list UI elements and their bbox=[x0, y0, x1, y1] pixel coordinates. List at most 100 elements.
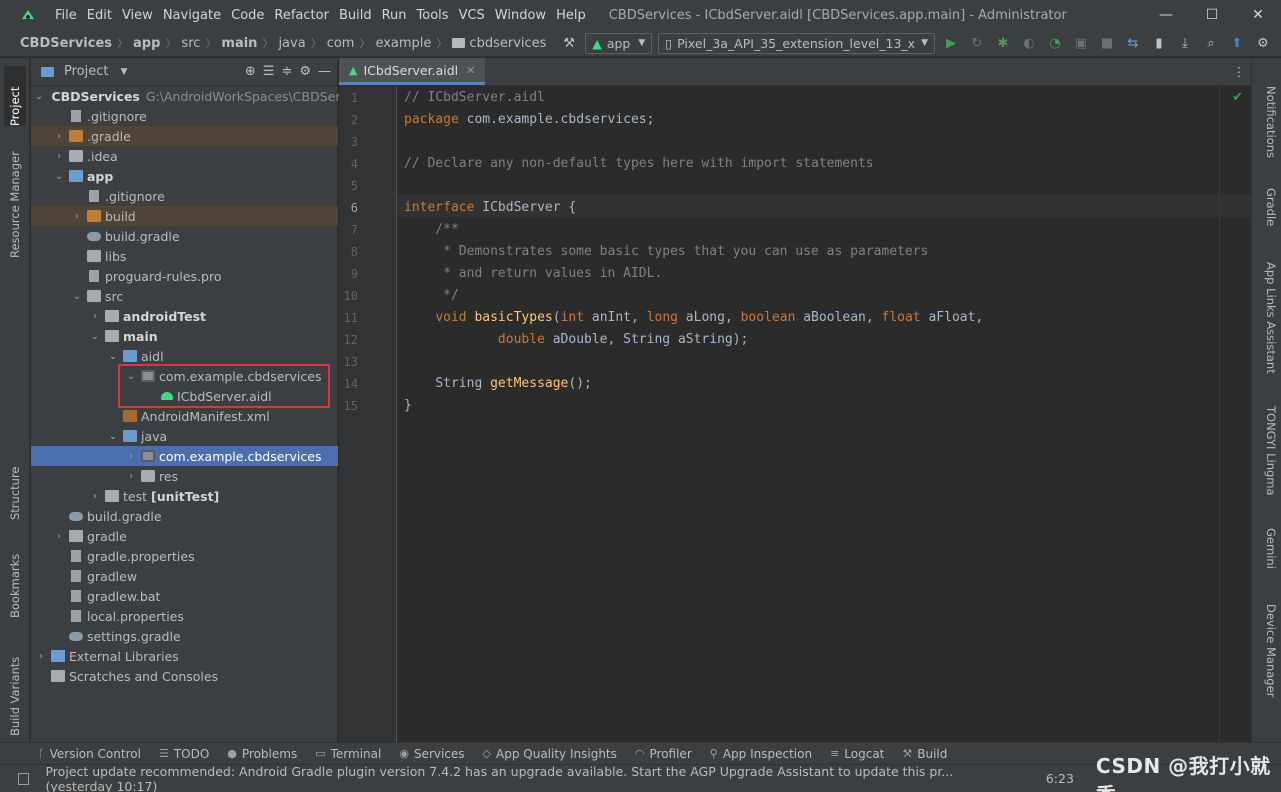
menu-build[interactable]: Build bbox=[334, 8, 377, 23]
tool-windows-toggle-icon[interactable] bbox=[18, 772, 30, 785]
tree-row[interactable]: ⌄ main bbox=[31, 326, 338, 346]
tree-row[interactable]: › androidTest bbox=[31, 306, 338, 326]
debug-icon[interactable]: ✱ bbox=[993, 33, 1013, 53]
minimize-button[interactable]: — bbox=[1143, 7, 1189, 23]
toolwindow-app-quality-insights[interactable]: ◇ App Quality Insights bbox=[483, 747, 617, 761]
tree-row[interactable]: build.gradle bbox=[31, 506, 338, 526]
code-area[interactable]: // ICbdServer.aidl package com.example.c… bbox=[398, 87, 1251, 742]
menu-window[interactable]: Window bbox=[490, 8, 551, 23]
tree-row[interactable]: gradlew.bat bbox=[31, 586, 338, 606]
tree-row[interactable]: › gradle bbox=[31, 526, 338, 546]
tree-row[interactable]: proguard-rules.pro bbox=[31, 266, 338, 286]
breadcrumb-com[interactable]: com bbox=[327, 36, 355, 51]
toolwindow-logcat[interactable]: ≡ Logcat bbox=[830, 747, 884, 761]
menu-file[interactable]: File bbox=[50, 8, 82, 23]
toolwindow-app-inspection[interactable]: ⚲ App Inspection bbox=[710, 747, 812, 761]
tab-gemini[interactable]: Gemini bbox=[1256, 528, 1278, 576]
tree-row[interactable]: ⌄ aidl bbox=[31, 346, 338, 366]
tree-row[interactable]: ⌄ CBDServices G:\AndroidWorkSpaces\CBDSer bbox=[31, 86, 340, 106]
gear-icon[interactable]: ⚙ bbox=[299, 64, 311, 79]
sdk-manager-icon[interactable]: ⤓ bbox=[1175, 33, 1195, 53]
tree-row[interactable]: AndroidManifest.xml bbox=[31, 406, 338, 426]
expand-all-icon[interactable]: ☰ bbox=[263, 64, 275, 79]
toolwindow-profiler[interactable]: ◠ Profiler bbox=[635, 747, 692, 761]
tree-row[interactable]: gradlew bbox=[31, 566, 338, 586]
tree-row[interactable]: gradle.properties bbox=[31, 546, 338, 566]
toolwindow-version-control[interactable]: ᚴ Version Control bbox=[38, 747, 141, 761]
tab-resource-manager[interactable]: Resource Manager bbox=[4, 142, 26, 258]
gear-icon[interactable]: ⚙ bbox=[1253, 33, 1273, 53]
tree-row[interactable]: build.gradle bbox=[31, 226, 338, 246]
tab-tongyi-lingma[interactable]: TONGYI Lingma bbox=[1256, 406, 1278, 502]
project-view-select[interactable]: Project bbox=[64, 64, 108, 79]
tab-project[interactable]: Project bbox=[4, 66, 26, 126]
collapse-all-icon[interactable]: ≑ bbox=[281, 64, 292, 79]
tree-row[interactable]: ⌄ app bbox=[31, 166, 338, 186]
profile-icon[interactable]: ◔ bbox=[1045, 33, 1065, 53]
stop-icon[interactable]: ■ bbox=[1097, 33, 1117, 53]
tab-build-variants[interactable]: Build Variants bbox=[4, 640, 26, 736]
hide-icon[interactable]: — bbox=[318, 64, 331, 79]
attach-debugger-icon[interactable]: ◐ bbox=[1019, 33, 1039, 53]
menu-view[interactable]: View bbox=[117, 8, 158, 23]
menu-vcs[interactable]: VCS bbox=[454, 8, 490, 23]
breadcrumb-src[interactable]: src bbox=[181, 36, 200, 51]
tree-row[interactable]: › res bbox=[31, 466, 338, 486]
tab-device-manager[interactable]: Device Manager bbox=[1256, 604, 1278, 708]
breadcrumb-project[interactable]: CBDServices bbox=[20, 36, 112, 51]
tab-app-links-assistant[interactable]: App Links Assistant bbox=[1256, 262, 1278, 374]
toolwindow-build[interactable]: ⚒ Build bbox=[902, 747, 947, 761]
toolwindow-problems[interactable]: ● Problems bbox=[227, 747, 297, 761]
breadcrumb-cbdservices[interactable]: cbdservices bbox=[469, 36, 546, 51]
close-icon[interactable]: ✕ bbox=[466, 64, 475, 77]
menu-navigate[interactable]: Navigate bbox=[158, 8, 226, 23]
coverage-icon[interactable]: ▣ bbox=[1071, 33, 1091, 53]
maximize-button[interactable]: ☐ bbox=[1189, 7, 1235, 23]
breadcrumb-main[interactable]: main bbox=[221, 36, 257, 51]
menu-edit[interactable]: Edit bbox=[82, 8, 117, 23]
caret-position[interactable]: 6:23 bbox=[1046, 771, 1074, 786]
tree-row[interactable]: settings.gradle bbox=[31, 626, 338, 646]
toolwindow-todo[interactable]: ☰ TODO bbox=[159, 747, 209, 761]
more-icon[interactable]: ⋮ bbox=[1227, 64, 1251, 79]
tree-row[interactable]: local.properties bbox=[31, 606, 338, 626]
breadcrumb-app[interactable]: app bbox=[133, 36, 160, 51]
tree-row[interactable]: › .idea bbox=[31, 146, 338, 166]
tree-row[interactable]: › External Libraries bbox=[31, 646, 338, 666]
run-config-select[interactable]: ▲ app ▼ bbox=[585, 32, 653, 54]
tree-row[interactable]: ⌄ java bbox=[31, 426, 338, 446]
toolwindow-terminal[interactable]: ▭ Terminal bbox=[315, 747, 381, 761]
breadcrumb-example[interactable]: example bbox=[375, 36, 431, 51]
tab-structure[interactable]: Structure bbox=[4, 456, 26, 521]
tree-row[interactable]: › com.example.cbdservices bbox=[31, 446, 338, 466]
menu-tools[interactable]: Tools bbox=[412, 8, 454, 23]
menu-code[interactable]: Code bbox=[226, 8, 269, 23]
menu-run[interactable]: Run bbox=[377, 8, 412, 23]
device-mirror-icon[interactable]: ▮ bbox=[1149, 33, 1169, 53]
breadcrumb-java[interactable]: java bbox=[278, 36, 305, 51]
tree-row[interactable]: Scratches and Consoles bbox=[31, 666, 338, 686]
tab-gradle[interactable]: Gradle bbox=[1256, 188, 1278, 232]
locate-icon[interactable]: ⊕ bbox=[245, 64, 256, 79]
chevron-down-icon[interactable]: ▼ bbox=[120, 67, 127, 77]
toolwindow-services[interactable]: ◉ Services bbox=[399, 747, 464, 761]
tree-row[interactable]: › .gradle bbox=[31, 126, 338, 146]
close-button[interactable]: ✕ bbox=[1235, 7, 1281, 23]
sync-gradle-icon[interactable]: ⇆ bbox=[1123, 33, 1143, 53]
tree-row[interactable]: › test [unitTest] bbox=[31, 486, 338, 506]
tree-row[interactable]: ⌄ src bbox=[31, 286, 338, 306]
tab-bookmarks[interactable]: Bookmarks bbox=[4, 542, 26, 618]
status-message[interactable]: Project update recommended: Android Grad… bbox=[45, 764, 1015, 792]
tree-row[interactable]: › build bbox=[31, 206, 338, 226]
tree-row[interactable]: .gitignore bbox=[31, 106, 338, 126]
tab-notifications[interactable]: Notifications bbox=[1256, 86, 1278, 166]
update-icon[interactable]: ⬆ bbox=[1227, 33, 1247, 53]
tree-row[interactable]: libs bbox=[31, 246, 338, 266]
device-select[interactable]: ▯ Pixel_3a_API_35_extension_level_13_x ▼ bbox=[658, 32, 935, 54]
search-icon[interactable]: ⌕ bbox=[1201, 33, 1221, 53]
menu-refactor[interactable]: Refactor bbox=[269, 8, 334, 23]
run-icon[interactable]: ▶ bbox=[941, 33, 961, 53]
menu-help[interactable]: Help bbox=[551, 8, 591, 23]
hammer-icon[interactable]: ⚒ bbox=[559, 33, 579, 53]
rerun-icon[interactable]: ↻ bbox=[967, 33, 987, 53]
